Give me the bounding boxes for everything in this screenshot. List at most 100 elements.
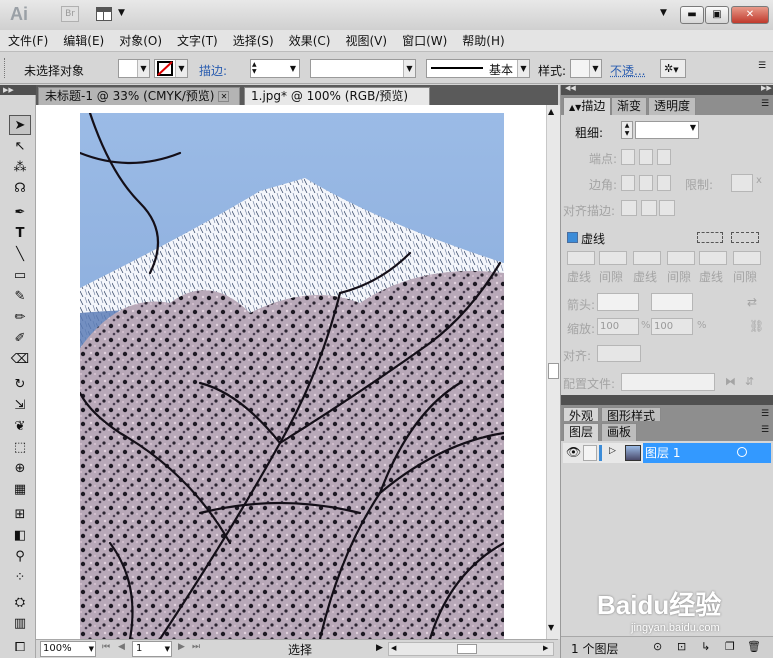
lock-toggle[interactable] [583, 445, 597, 461]
rectangle-tool-icon[interactable]: ▭ [9, 266, 31, 286]
end-arrow-select[interactable] [651, 293, 693, 311]
perspective-grid-tool-icon[interactable]: ▦ [9, 480, 31, 500]
workspace-switcher-icon[interactable]: ▼ [660, 8, 667, 18]
recolor-icon[interactable]: ✲▼ [660, 59, 686, 78]
type-tool-icon[interactable]: T [9, 224, 31, 244]
panel-menu-icon[interactable]: ☰ [758, 61, 766, 71]
dashed-line-checkbox[interactable] [567, 232, 578, 243]
tab-1-jpg[interactable]: 1.jpg* @ 100% (RGB/预览)✕ [244, 87, 430, 119]
fill-color-picker[interactable]: ▼ [118, 59, 150, 78]
weight-stepper[interactable]: ▲ ▼ [621, 121, 633, 139]
panel-collapse-icon[interactable]: ▶▶ [0, 85, 36, 95]
menu-type[interactable]: 文字(T) [177, 32, 218, 49]
expand-triangle-icon[interactable]: ▷ [609, 446, 616, 456]
dash-input-3[interactable] [699, 251, 727, 265]
last-artboard-icon[interactable]: ⏭ [192, 642, 200, 652]
eyedropper-tool-icon[interactable]: ⚲ [9, 547, 31, 567]
status-menu-icon[interactable]: ▶ [376, 643, 383, 653]
lasso-tool-icon[interactable]: ☊ [9, 179, 31, 199]
tab-stroke[interactable]: ▲▼描边 [563, 97, 612, 115]
arrange-documents-icon[interactable] [96, 7, 112, 21]
scroll-thumb[interactable] [548, 363, 559, 379]
menu-view[interactable]: 视图(V) [345, 32, 387, 49]
scroll-right-icon[interactable]: ▶ [543, 644, 548, 652]
opacity-link[interactable]: 不透... [610, 62, 645, 79]
paintbrush-tool-icon[interactable]: ✎ [9, 287, 31, 307]
scroll-down-icon[interactable]: ▼ [548, 623, 554, 632]
new-layer-icon[interactable]: ❐ [725, 640, 735, 653]
column-graph-tool-icon[interactable]: ▥ [9, 614, 31, 634]
vertical-scrollbar[interactable]: ▲ ▼ [546, 105, 560, 639]
projecting-cap-button[interactable] [657, 149, 671, 165]
delete-layer-icon[interactable]: 🗑 [747, 640, 761, 653]
target-circle-icon[interactable] [737, 447, 747, 457]
appearance-menu-icon[interactable]: ☰ [761, 409, 769, 419]
gradient-tool-icon[interactable]: ◧ [9, 526, 31, 546]
layer-row[interactable]: 👁 ▷ 图层 1 [563, 443, 771, 463]
eraser-tool-icon[interactable]: ⌫ [9, 350, 31, 370]
dash-input-2[interactable] [633, 251, 661, 265]
end-scale-input[interactable]: 100 [651, 318, 693, 335]
variable-width-select[interactable]: ▼ [310, 59, 416, 78]
symbol-sprayer-tool-icon[interactable]: ⛭ [9, 593, 31, 613]
limit-input[interactable] [731, 174, 753, 192]
line-tool-icon[interactable]: ╲ [9, 245, 31, 265]
dock-menu-icon[interactable]: ▶▶ [761, 84, 772, 92]
align-outside-button[interactable] [659, 200, 675, 216]
profile-select[interactable] [621, 373, 715, 391]
shape-builder-tool-icon[interactable]: ⊕ [9, 459, 31, 479]
warp-tool-icon[interactable]: ❦ [9, 417, 31, 437]
menu-window[interactable]: 窗口(W) [402, 32, 447, 49]
butt-cap-button[interactable] [621, 149, 635, 165]
gap-input-3[interactable] [733, 251, 761, 265]
rotate-tool-icon[interactable]: ↻ [9, 375, 31, 395]
dash-input-1[interactable] [567, 251, 595, 265]
tab-layers[interactable]: 图层 [563, 423, 600, 441]
zoom-select[interactable]: 100% ▼ [40, 641, 96, 657]
round-join-button[interactable] [639, 175, 653, 191]
menu-edit[interactable]: 编辑(E) [63, 32, 104, 49]
align-center-button[interactable] [621, 200, 637, 216]
locate-object-icon[interactable]: ⊙ [653, 640, 662, 653]
selection-tool-icon[interactable]: ➤ [9, 115, 31, 135]
bevel-join-button[interactable] [657, 175, 671, 191]
layer-name-highlight[interactable]: 图层 1 [643, 443, 771, 463]
next-artboard-icon[interactable]: ▶ [178, 642, 185, 652]
prev-artboard-icon[interactable]: ◀ [118, 642, 125, 652]
mesh-tool-icon[interactable]: ⊞ [9, 505, 31, 525]
dash-align-button[interactable] [731, 232, 759, 243]
stroke-label-link[interactable]: 描边: [199, 62, 227, 79]
align-inside-button[interactable] [641, 200, 657, 216]
first-artboard-icon[interactable]: ⏮ [102, 642, 110, 652]
direct-selection-tool-icon[interactable]: ↖ [9, 137, 31, 157]
menu-effect[interactable]: 效果(C) [289, 32, 331, 49]
free-transform-tool-icon[interactable]: ⬚ [9, 438, 31, 458]
miter-join-button[interactable] [621, 175, 635, 191]
scroll-up-icon[interactable]: ▲ [548, 107, 554, 116]
swap-arrows-icon[interactable]: ⇄ [747, 295, 757, 309]
menu-object[interactable]: 对象(O) [119, 32, 162, 49]
weight-input[interactable]: ▼ [635, 121, 699, 139]
link-scale-icon[interactable]: ⛓ [749, 319, 764, 333]
pen-tool-icon[interactable]: ✒ [9, 203, 31, 223]
artboard-select[interactable]: 1 ▼ [132, 641, 172, 657]
graphic-style-picker[interactable]: ▼ [570, 59, 602, 78]
new-sublayer-icon[interactable]: ↳ [701, 640, 710, 653]
make-clipping-mask-icon[interactable]: ⊡ [677, 640, 686, 653]
stepper-icon[interactable]: ▲ ▼ [252, 61, 260, 76]
tab-gradient[interactable]: 渐变 [611, 97, 648, 115]
hscroll-thumb[interactable] [457, 644, 477, 654]
close-icon[interactable]: ✕ [218, 91, 230, 102]
artwork-image[interactable] [80, 113, 504, 639]
round-cap-button[interactable] [639, 149, 653, 165]
maximize-button[interactable]: ▣ [705, 6, 729, 24]
tab-untitled-1[interactable]: 未标题-1 @ 33% (CMYK/预览) ✕ [38, 87, 240, 105]
horizontal-scrollbar[interactable]: ◀ ▶ [388, 642, 554, 656]
menu-select[interactable]: 选择(S) [233, 32, 274, 49]
magic-wand-tool-icon[interactable]: ⁂ [9, 158, 31, 178]
tab-artboards[interactable]: 画板 [601, 423, 638, 441]
minimize-button[interactable]: ▬ [680, 6, 704, 24]
flip-across-icon[interactable]: ⇵ [745, 375, 754, 388]
stroke-panel-menu-icon[interactable]: ☰ [761, 99, 769, 109]
menu-file[interactable]: 文件(F) [8, 32, 48, 49]
